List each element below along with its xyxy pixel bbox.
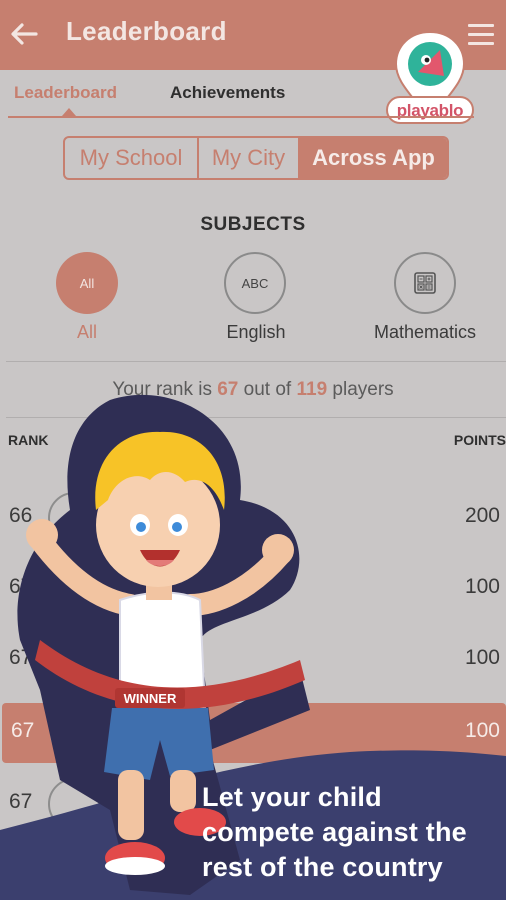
segment-across-app[interactable]: Across App [300,138,447,178]
subject-all-button[interactable]: All [56,252,118,314]
subject-english-button[interactable]: ABC [224,252,286,314]
subject-english-icon-text: ABC [241,275,269,291]
scope-segmented-control: My School My City Across App [63,136,449,180]
row-points: 100 [464,719,500,742]
subject-mathematics-button[interactable] [394,252,456,314]
ribbon-text: WINNER [124,691,177,706]
subjects-heading: SUBJECTS [200,214,306,235]
promo-line-3: rest of the country [202,852,443,882]
playablo-logo-text: playablo [386,96,474,124]
subject-mathematics-label: Mathematics [373,322,477,342]
tab-achievements[interactable]: Achievements [170,83,285,103]
row-points: 100 [464,575,500,598]
column-header-points: POINTS [453,432,506,448]
back-arrow-icon[interactable] [8,18,40,50]
promo-line-2: compete against the [202,817,467,847]
calculator-icon [414,272,436,294]
segment-my-school[interactable]: My School [65,138,199,178]
subject-english-label: English [226,322,286,342]
rank-suffix: players [327,379,394,400]
row-points: 100 [464,646,500,669]
promo-text: Let your child compete against the rest … [202,780,502,885]
tab-leaderboard[interactable]: Leaderboard [14,83,117,103]
tab-underline [8,116,474,118]
page-title: Leaderboard [66,16,227,46]
subject-all-icon-text: All [79,275,95,291]
promo-line-1: Let your child [202,782,382,812]
row-points: 200 [464,504,500,527]
divider [6,361,506,362]
tab-indicator [62,108,76,116]
segment-my-city[interactable]: My City [199,138,300,178]
subject-all-label: All [76,322,97,342]
